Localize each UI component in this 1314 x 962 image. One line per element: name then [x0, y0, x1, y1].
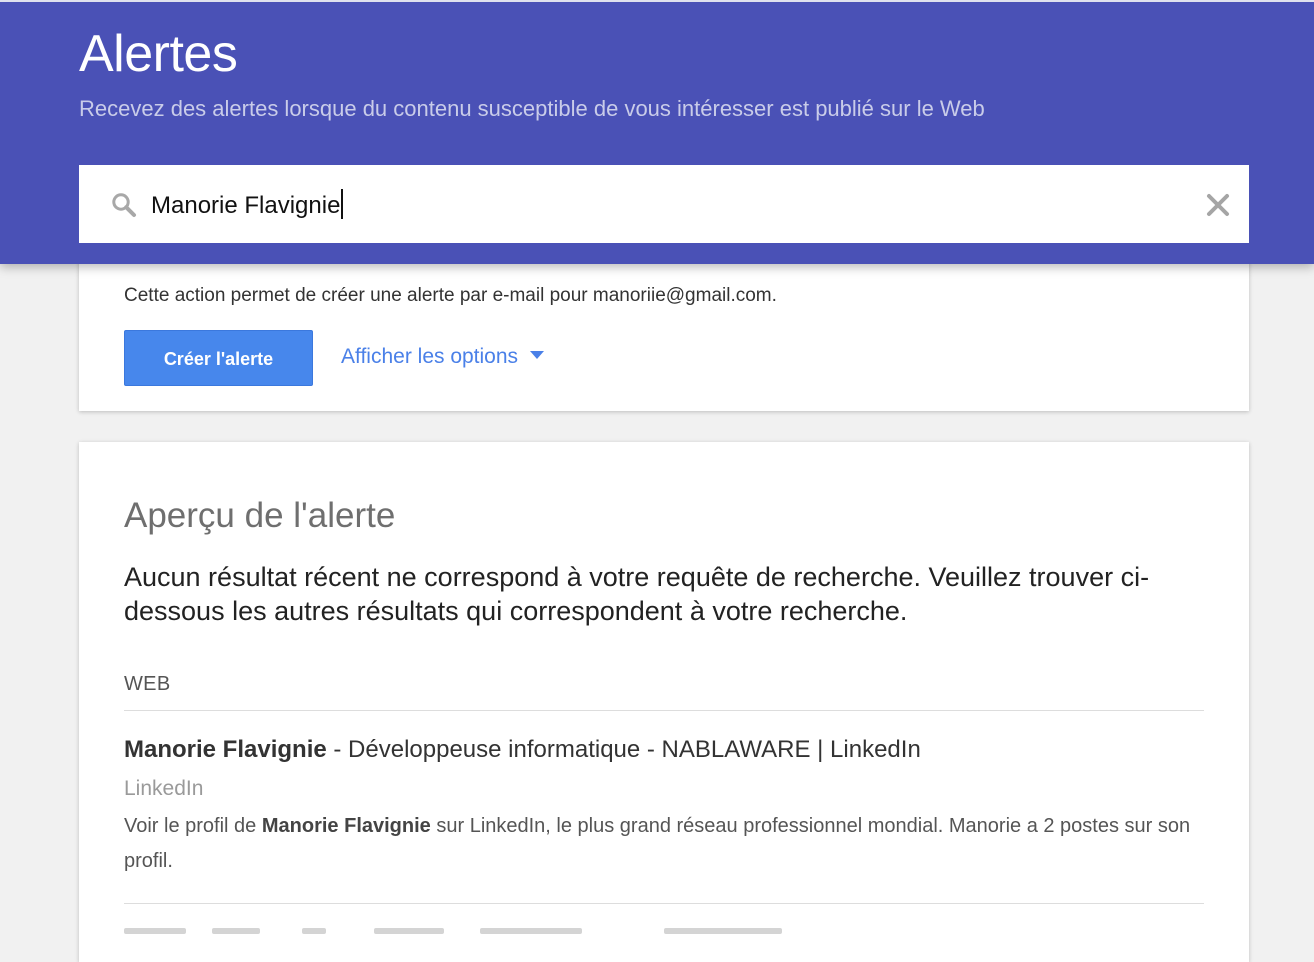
- fragment-bar: [374, 928, 444, 934]
- search-query-value: Manorie Flavignie: [151, 192, 341, 219]
- alert-email-info: Cette action permet de créer une alerte …: [124, 285, 777, 306]
- result-divider: [124, 903, 1204, 904]
- no-results-message: Aucun résultat récent ne correspond à vo…: [124, 562, 1150, 626]
- web-section-label: WEB: [124, 673, 171, 695]
- create-alert-button[interactable]: Créer l'alerte: [124, 330, 313, 386]
- text-cursor: [341, 189, 344, 219]
- section-divider: [124, 710, 1204, 711]
- fragment-bar: [664, 928, 782, 934]
- page-title: Alertes: [79, 25, 238, 83]
- result-title-rest: - Développeuse informatique - NABLAWARE …: [326, 736, 921, 763]
- alert-preview-card: Aperçu de l'alerte Aucun résultat récent…: [79, 442, 1249, 962]
- search-icon: [112, 193, 136, 217]
- result-snippet: Voir le profil de Manorie Flavignie sur …: [124, 809, 1204, 879]
- preview-title: Aperçu de l'alerte: [124, 496, 396, 535]
- caret-down-icon: [530, 351, 545, 359]
- show-options-label: Afficher les options: [341, 345, 519, 368]
- result-title-strong: Manorie Flavignie: [124, 736, 327, 763]
- create-alert-card: Cette action permet de créer une alerte …: [79, 250, 1249, 411]
- result-source: LinkedIn: [124, 777, 204, 800]
- page-subtitle: Recevez des alertes lorsque du contenu s…: [79, 96, 985, 121]
- next-result-fragment: [124, 928, 824, 938]
- fragment-bar: [212, 928, 260, 934]
- fragment-bar: [480, 928, 582, 934]
- snippet-highlight: Manorie Flavignie: [261, 815, 431, 837]
- fragment-bar: [302, 928, 326, 934]
- browser-edge-strip: [0, 0, 1314, 2]
- result-title-link[interactable]: Manorie Flavignie - Développeuse informa…: [124, 735, 921, 765]
- fragment-bar: [124, 928, 186, 934]
- close-icon[interactable]: [1203, 190, 1233, 220]
- alert-search-box[interactable]: Manorie Flavignie: [79, 165, 1249, 243]
- snippet-before: Voir le profil de: [124, 815, 262, 837]
- show-options-link[interactable]: Afficher les options: [341, 343, 545, 371]
- search-input[interactable]: Manorie Flavignie: [151, 189, 344, 223]
- page-header: Alertes Recevez des alertes lorsque du c…: [0, 0, 1314, 264]
